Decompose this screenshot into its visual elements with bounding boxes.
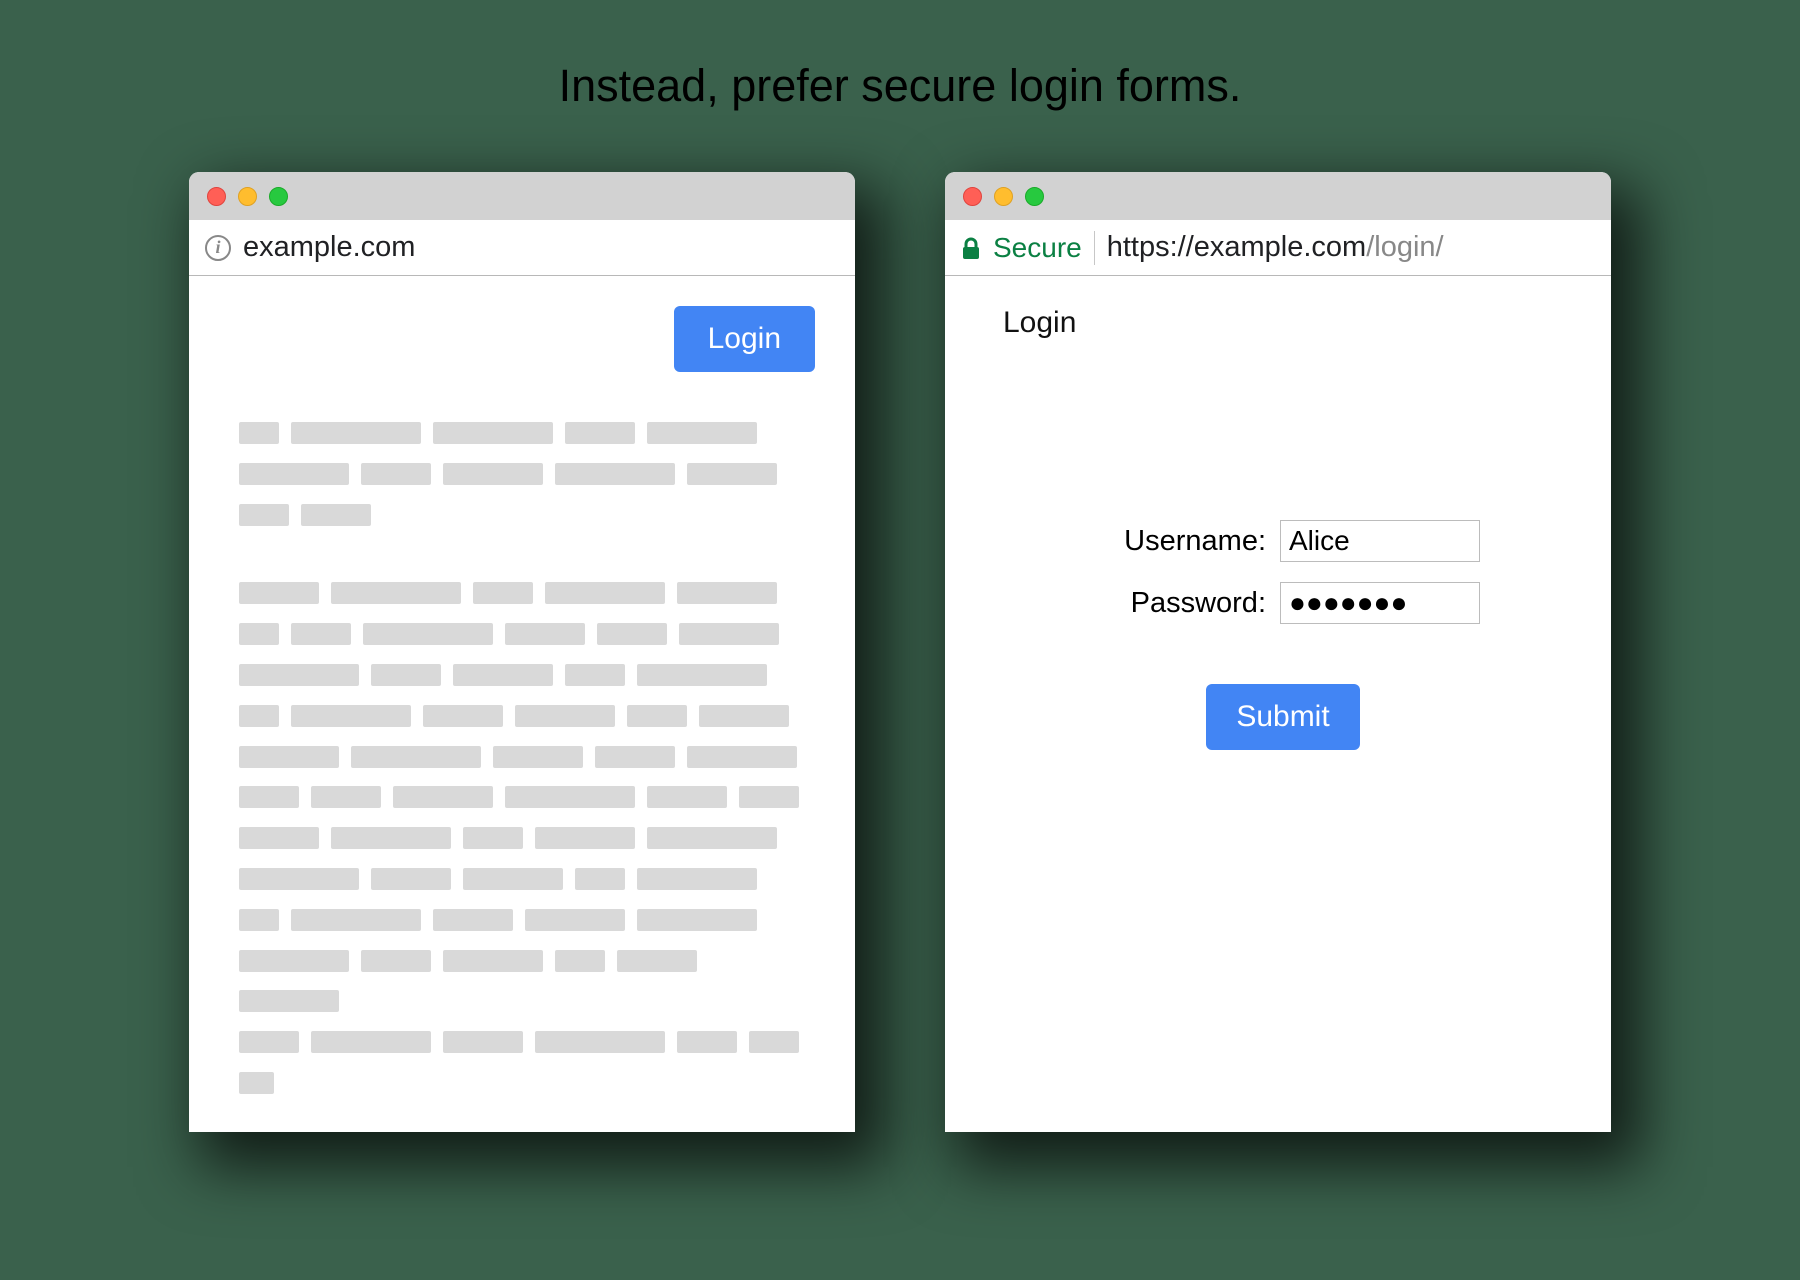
minimize-icon[interactable] [994,187,1013,206]
username-field[interactable] [1280,520,1480,562]
login-title: Login [1003,306,1571,340]
insecure-browser-window: i example.com Login [189,172,855,1132]
secure-label: Secure [993,232,1082,264]
login-button[interactable]: Login [674,306,815,372]
maximize-icon[interactable] [1025,187,1044,206]
username-label: Username: [1086,525,1266,558]
secure-browser-window: Secure https://example.com/login/ Login … [945,172,1611,1132]
page-content: Login [189,276,855,1132]
url-host: https://example.com [1107,231,1367,263]
page-content: Login Username: Password: Submit [945,276,1611,1132]
info-icon[interactable]: i [205,235,231,261]
address-url: example.com [243,231,415,264]
placeholder-text [239,392,815,1113]
password-row: Password: [995,582,1571,624]
maximize-icon[interactable] [269,187,288,206]
close-icon[interactable] [207,187,226,206]
lock-icon[interactable] [961,237,981,259]
url-path: /login/ [1366,231,1443,263]
address-bar[interactable]: i example.com [189,220,855,276]
password-label: Password: [1086,587,1266,620]
close-icon[interactable] [963,187,982,206]
browser-windows-container: i example.com Login [189,172,1611,1132]
diagram-heading: Instead, prefer secure login forms. [559,60,1242,112]
password-field[interactable] [1280,582,1480,624]
address-bar[interactable]: Secure https://example.com/login/ [945,220,1611,276]
username-row: Username: [995,520,1571,562]
url-separator [1094,231,1095,265]
window-titlebar [945,172,1611,220]
window-titlebar [189,172,855,220]
address-url: https://example.com/login/ [1107,231,1444,264]
minimize-icon[interactable] [238,187,257,206]
submit-button[interactable]: Submit [1206,684,1359,750]
